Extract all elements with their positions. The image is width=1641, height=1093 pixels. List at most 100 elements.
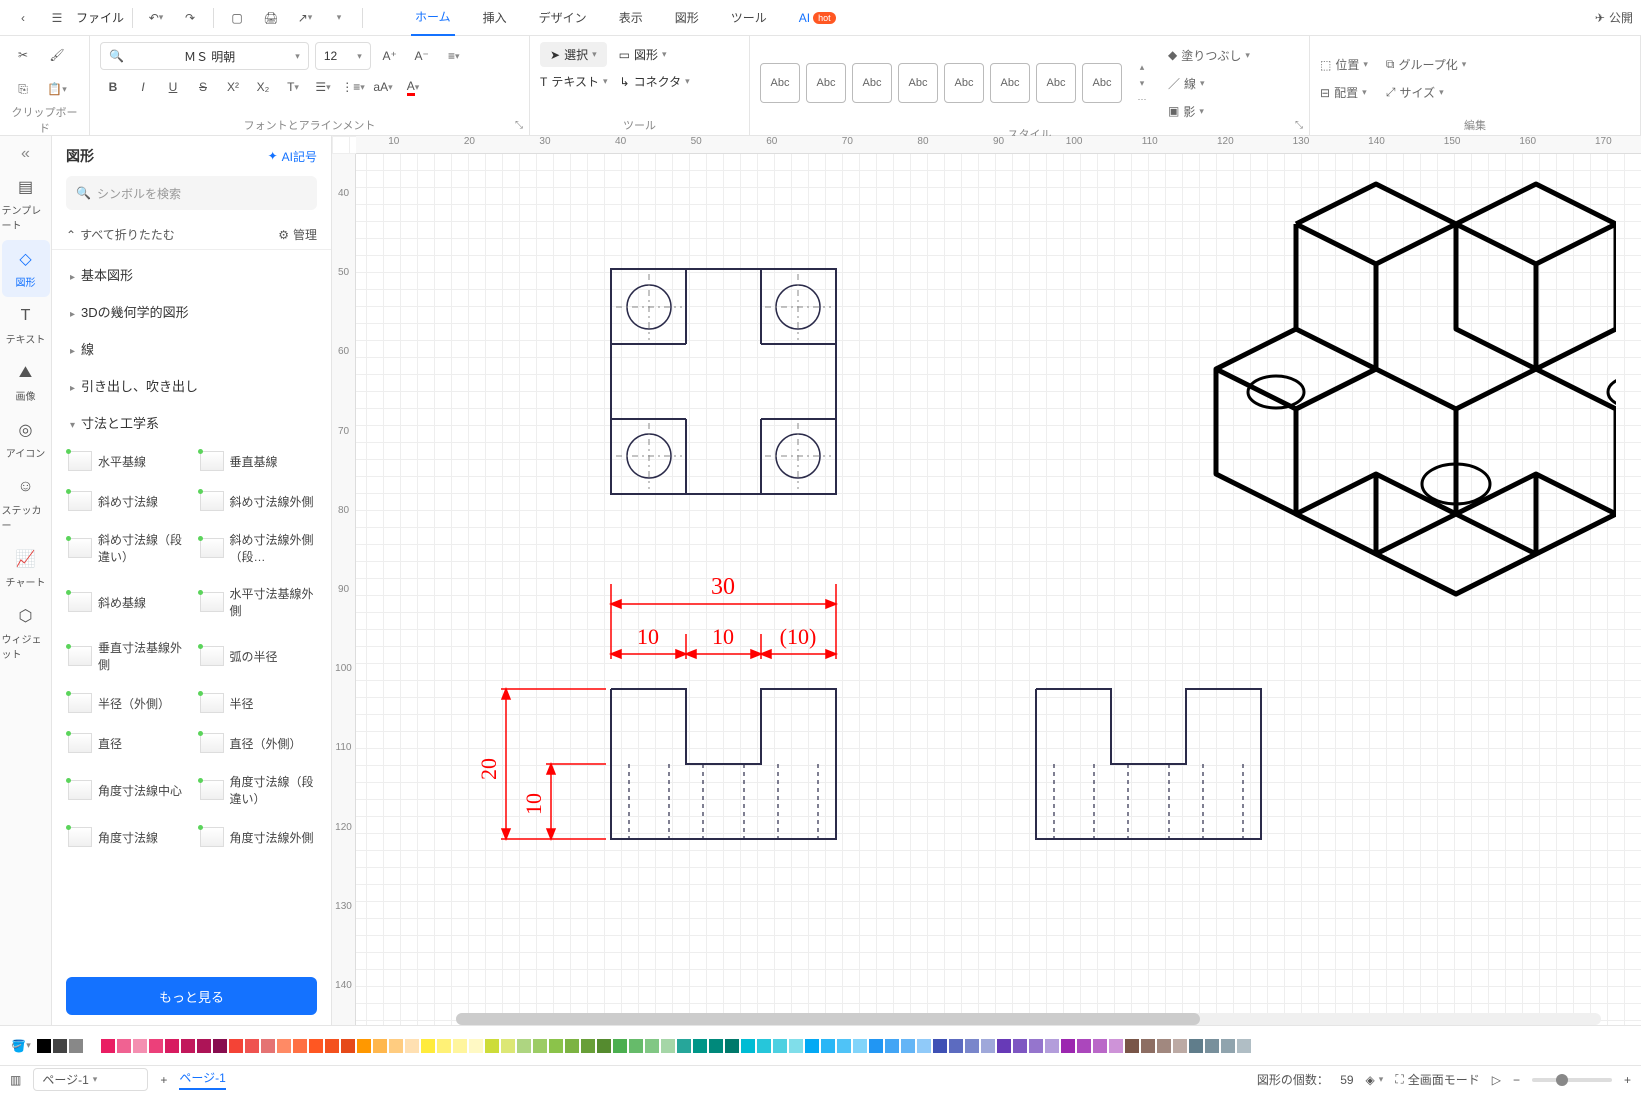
shape-item[interactable]: 角度寸法線 xyxy=(66,821,186,853)
isometric-view[interactable] xyxy=(1216,184,1616,594)
category-3d[interactable]: 3Dの幾何学的図形 xyxy=(52,293,331,330)
color-swatch[interactable] xyxy=(597,1039,611,1053)
color-swatch[interactable] xyxy=(693,1039,707,1053)
canvas-scrollbar-horizontal[interactable] xyxy=(456,1013,1601,1025)
format-painter-button[interactable]: 🖌 xyxy=(44,42,70,68)
zoom-out-button[interactable]: − xyxy=(1513,1073,1520,1087)
rail-template[interactable]: ▤テンプレート xyxy=(2,168,50,240)
page-list-button[interactable]: ▥ xyxy=(10,1073,21,1087)
color-swatch[interactable] xyxy=(677,1039,691,1053)
color-swatch[interactable] xyxy=(1189,1039,1203,1053)
text-case-button[interactable]: T▾ xyxy=(280,74,306,100)
style-more-button[interactable]: ⋯ xyxy=(1134,93,1150,105)
style-preset[interactable]: Abc xyxy=(760,63,800,103)
shape-item[interactable]: 水平基線 xyxy=(66,445,186,477)
line-button[interactable]: ／ 線▾ xyxy=(1168,70,1250,96)
size-button[interactable]: ⤢ サイズ▾ xyxy=(1386,80,1466,106)
shape-item[interactable]: 直径（外側） xyxy=(198,727,318,759)
color-swatch[interactable] xyxy=(645,1039,659,1053)
shape-item[interactable]: 垂直寸法基線外側 xyxy=(66,633,186,679)
shape-item[interactable]: 角度寸法線外側 xyxy=(198,821,318,853)
color-swatch[interactable] xyxy=(1125,1039,1139,1053)
shape-item[interactable]: 水平寸法基線外側 xyxy=(198,579,318,625)
color-swatch[interactable] xyxy=(565,1039,579,1053)
tab-tool[interactable]: ツール xyxy=(727,0,771,36)
color-swatch[interactable] xyxy=(1109,1039,1123,1053)
expand-icon[interactable]: ⤡ xyxy=(1295,120,1303,131)
text-transform-button[interactable]: aA▾ xyxy=(370,74,396,100)
vertical-dimensions[interactable]: 20 10 xyxy=(476,689,606,839)
shape-item[interactable]: 斜め寸法線外側 xyxy=(198,485,318,517)
color-swatch[interactable] xyxy=(885,1039,899,1053)
shape-item[interactable]: 角度寸法線中心 xyxy=(66,767,186,813)
tab-insert[interactable]: 挿入 xyxy=(479,0,511,36)
style-preset[interactable]: Abc xyxy=(1036,63,1076,103)
shape-item[interactable]: 垂直基線 xyxy=(198,445,318,477)
page-select[interactable]: ページ-1 ▾ xyxy=(33,1068,148,1091)
save-button[interactable]: ▢ xyxy=(222,4,252,32)
top-plan-view[interactable] xyxy=(611,269,836,494)
color-swatch[interactable] xyxy=(325,1039,339,1053)
front-view-left[interactable] xyxy=(611,689,836,839)
color-swatch[interactable] xyxy=(69,1039,83,1053)
color-swatch[interactable] xyxy=(757,1039,771,1053)
color-swatch[interactable] xyxy=(869,1039,883,1053)
color-swatch[interactable] xyxy=(1045,1039,1059,1053)
color-swatch[interactable] xyxy=(917,1039,931,1053)
color-swatch[interactable] xyxy=(197,1039,211,1053)
font-color-button[interactable]: A▾ xyxy=(400,74,426,100)
tab-shape[interactable]: 図形 xyxy=(671,0,703,36)
line-spacing-button[interactable]: ☰▾ xyxy=(310,74,336,100)
color-swatch[interactable] xyxy=(741,1039,755,1053)
zoom-slider[interactable] xyxy=(1532,1078,1612,1082)
color-swatch[interactable] xyxy=(613,1039,627,1053)
color-swatch[interactable] xyxy=(949,1039,963,1053)
color-swatch[interactable] xyxy=(1237,1039,1251,1053)
color-swatch[interactable] xyxy=(1077,1039,1091,1053)
canvas[interactable]: 1020304050607080901001101201301401501601… xyxy=(332,136,1641,1025)
rail-chart[interactable]: 📈チャート xyxy=(2,540,50,597)
style-preset[interactable]: Abc xyxy=(898,63,938,103)
font-size-select[interactable]: 12▾ xyxy=(315,42,371,70)
color-swatch[interactable] xyxy=(1061,1039,1075,1053)
symbol-search-input[interactable]: 🔍 シンボルを検索 xyxy=(66,176,317,210)
color-swatch[interactable] xyxy=(1141,1039,1155,1053)
color-swatch[interactable] xyxy=(341,1039,355,1053)
shape-tool[interactable]: ▭ 図形▾ xyxy=(619,42,667,67)
shape-item[interactable]: 斜め寸法線 xyxy=(66,485,186,517)
bullet-list-button[interactable]: ⋮≡▾ xyxy=(340,74,366,100)
fullscreen-button[interactable]: ⛶ 全画面モード xyxy=(1395,1071,1479,1088)
color-swatch[interactable] xyxy=(181,1039,195,1053)
color-swatch[interactable] xyxy=(1221,1039,1235,1053)
fill-tool-icon[interactable]: 🪣▾ xyxy=(8,1033,34,1059)
shape-item[interactable]: 直径 xyxy=(66,727,186,759)
style-prev-button[interactable]: ▴ xyxy=(1134,61,1150,73)
color-swatch[interactable] xyxy=(965,1039,979,1053)
category-dimension[interactable]: 寸法と工学系 xyxy=(52,404,331,441)
layers-button[interactable]: ◈▾ xyxy=(1366,1073,1384,1087)
style-next-button[interactable]: ▾ xyxy=(1134,77,1150,89)
rail-shape[interactable]: ◇図形 xyxy=(2,240,50,297)
publish-button[interactable]: ✈ 公開 xyxy=(1595,9,1633,26)
shape-item[interactable]: 半径（外側） xyxy=(66,687,186,719)
color-swatch[interactable] xyxy=(85,1039,99,1053)
decrease-font-button[interactable]: A⁻ xyxy=(409,43,435,69)
tab-display[interactable]: 表示 xyxy=(615,0,647,36)
italic-button[interactable]: I xyxy=(130,74,156,100)
rail-sticker[interactable]: ☺ステッカー xyxy=(2,468,50,540)
rail-widget[interactable]: ⬡ウィジェット xyxy=(2,597,50,669)
back-button[interactable]: ‹ xyxy=(8,4,38,32)
color-swatch[interactable] xyxy=(453,1039,467,1053)
color-swatch[interactable] xyxy=(821,1039,835,1053)
color-swatch[interactable] xyxy=(1093,1039,1107,1053)
align-button[interactable]: ⊟ 配置▾ xyxy=(1320,80,1368,106)
style-preset[interactable]: Abc xyxy=(1082,63,1122,103)
color-swatch[interactable] xyxy=(533,1039,547,1053)
color-swatch[interactable] xyxy=(165,1039,179,1053)
color-swatch[interactable] xyxy=(1013,1039,1027,1053)
redo-button[interactable]: ↷ xyxy=(175,4,205,32)
bold-button[interactable]: B xyxy=(100,74,126,100)
color-swatch[interactable] xyxy=(133,1039,147,1053)
color-swatch[interactable] xyxy=(437,1039,451,1053)
rail-image[interactable]: ⛰画像 xyxy=(2,354,50,411)
